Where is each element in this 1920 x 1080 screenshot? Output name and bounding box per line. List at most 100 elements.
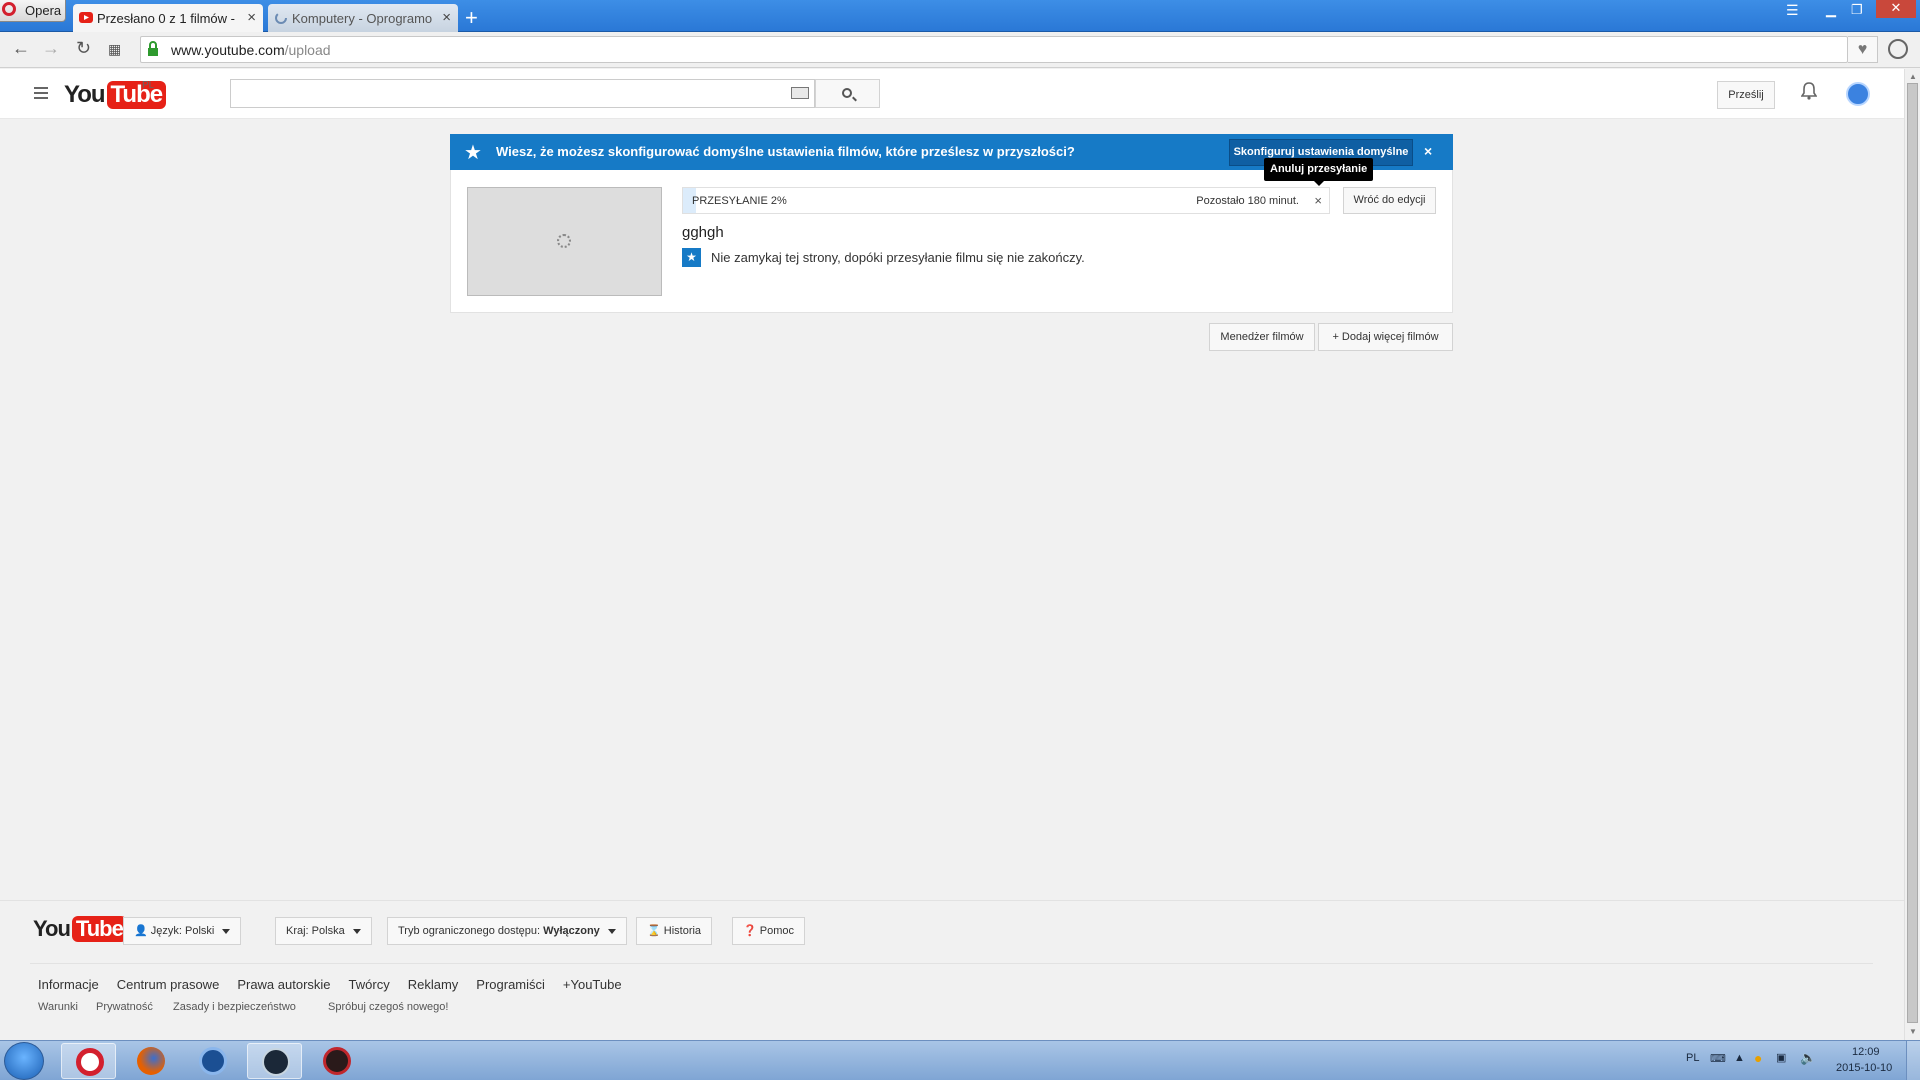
banner-close-icon[interactable]: × <box>1424 143 1432 159</box>
tab-title: Komputery - Oprogramowanie <box>292 11 432 26</box>
footer-link[interactable]: +YouTube <box>563 977 622 992</box>
footer-small-link[interactable]: Zasady i bezpieczeństwo <box>173 1001 296 1013</box>
url-text: www.youtube.com/upload <box>171 42 331 58</box>
youtube-favicon-icon <box>79 12 93 23</box>
time-remaining: Pozostało 180 minut. <box>1196 195 1299 207</box>
new-tab-button[interactable]: + <box>465 5 478 31</box>
opera-menu-button[interactable]: Opera <box>0 0 66 22</box>
tab-close-icon[interactable]: × <box>442 9 451 26</box>
opera-icon <box>76 1048 104 1076</box>
upload-progress-bar: PRZESYŁANIE 2% Pozostało 180 minut. × <box>682 187 1330 214</box>
tab-komputery[interactable]: Komputery - Oprogramowanie × <box>268 4 458 32</box>
address-field[interactable]: www.youtube.com/upload <box>140 36 1848 63</box>
footer-divider <box>30 963 1873 964</box>
account-icon[interactable] <box>1888 39 1908 59</box>
show-hidden-icons-icon[interactable]: ▲ <box>1734 1052 1745 1064</box>
scrollbar-thumb[interactable] <box>1907 83 1918 1023</box>
youtube-header: You Tube PL Prześlij <box>0 69 1904 119</box>
tab-close-icon[interactable]: × <box>247 9 256 26</box>
taskbar-firefox[interactable] <box>123 1043 178 1079</box>
video-title: gghgh <box>682 224 724 241</box>
footer-small-link[interactable]: Spróbuj czegoś nowego! <box>328 1001 448 1013</box>
firefox-icon <box>137 1047 165 1075</box>
tray-app-icon[interactable]: ● <box>1754 1050 1762 1066</box>
opera-logo-icon <box>2 2 16 16</box>
scroll-up-icon[interactable]: ▲ <box>1909 72 1917 81</box>
country-dropdown[interactable]: Kraj: Polska <box>275 917 372 945</box>
back-icon[interactable]: ← <box>12 38 30 59</box>
video-manager-button[interactable]: Menedżer filmów <box>1209 323 1315 351</box>
clock-time[interactable]: 12:09 <box>1852 1046 1880 1058</box>
close-window-icon[interactable]: ✕ <box>1876 0 1916 18</box>
speed-dial-icon[interactable]: ▦ <box>108 41 121 58</box>
keyboard-icon[interactable] <box>791 87 809 99</box>
avatar[interactable] <box>1846 82 1870 106</box>
cancel-upload-tooltip: Anuluj przesyłanie <box>1264 158 1374 186</box>
country-code: PL <box>142 80 155 91</box>
ccleaner-icon <box>199 1047 227 1075</box>
loading-spinner-icon <box>557 234 571 248</box>
star-icon: ★ <box>464 142 482 164</box>
forward-icon[interactable]: → <box>42 38 60 59</box>
footer-link[interactable]: Reklamy <box>408 977 459 992</box>
search-icon <box>842 88 852 98</box>
chevron-down-icon <box>222 928 231 934</box>
scroll-down-icon[interactable]: ▼ <box>1909 1027 1917 1036</box>
restore-icon[interactable]: ❐ <box>1851 2 1863 18</box>
language-icon: 👤 <box>134 925 151 937</box>
footer-link[interactable]: Informacje <box>38 977 99 992</box>
search-button[interactable] <box>815 79 880 108</box>
loading-spinner-icon <box>275 12 287 24</box>
language-dropdown[interactable]: 👤 Język: Polski <box>123 917 242 945</box>
keyboard-tray-icon[interactable]: ⌨ <box>1710 1052 1726 1065</box>
footer-link[interactable]: Programiści <box>476 977 545 992</box>
network-icon[interactable]: ▣ <box>1776 1051 1786 1064</box>
video-thumbnail-placeholder <box>467 187 662 296</box>
footer-links: Informacje Centrum prasowe Prawa autorsk… <box>38 977 622 992</box>
volume-icon[interactable]: 🔈 <box>1800 1050 1816 1066</box>
taskbar-steam[interactable] <box>247 1043 302 1079</box>
footer-link[interactable]: Prawa autorskie <box>237 977 330 992</box>
footer-small-link[interactable]: Warunki <box>38 1001 78 1013</box>
hourglass-icon: ⌛ <box>647 925 664 937</box>
star-icon: ★ <box>682 248 701 267</box>
notification-bell-icon[interactable] <box>1801 82 1817 100</box>
tab-youtube-upload[interactable]: Przesłano 0 z 1 filmów - YouTube × <box>73 4 263 32</box>
language-indicator[interactable]: PL <box>1686 1052 1699 1064</box>
add-more-videos-button[interactable]: + Dodaj więcej filmów <box>1318 323 1453 351</box>
windows-taskbar: PL ⌨ ▲ ● ▣ 🔈 12:09 2015-10-10 <box>0 1040 1920 1080</box>
opera-menu-label: Opera <box>25 3 62 18</box>
taskbar-app[interactable] <box>309 1043 364 1079</box>
history-button[interactable]: ⌛ Historia <box>636 917 713 945</box>
show-desktop-button[interactable] <box>1906 1041 1920 1080</box>
search-input[interactable] <box>230 79 815 108</box>
page-scrollbar[interactable]: ▲ ▼ <box>1904 69 1920 1040</box>
upload-button[interactable]: Prześlij <box>1717 81 1775 109</box>
help-icon: ❓ <box>743 925 760 937</box>
lock-icon <box>148 41 158 56</box>
guide-menu-icon[interactable] <box>34 87 48 99</box>
browser-tab-strip: Opera Przesłano 0 z 1 filmów - YouTube ×… <box>0 0 1920 32</box>
taskbar-opera[interactable] <box>61 1043 116 1079</box>
banner-message: Wiesz, że możesz skonfigurować domyślne … <box>496 144 1075 159</box>
tab-title: Przesłano 0 z 1 filmów - YouTube <box>97 11 237 26</box>
bookmark-heart-icon[interactable]: ♥ <box>1848 36 1878 63</box>
footer-link[interactable]: Twórcy <box>349 977 390 992</box>
clock-date[interactable]: 2015-10-10 <box>1836 1062 1892 1074</box>
chevron-down-icon <box>352 928 361 934</box>
reload-icon[interactable]: ↻ <box>76 38 91 59</box>
taskbar-ccleaner[interactable] <box>185 1043 240 1079</box>
cancel-upload-icon[interactable]: × <box>1314 193 1322 208</box>
start-button[interactable] <box>4 1042 44 1080</box>
upload-card: PRZESYŁANIE 2% Pozostało 180 minut. × Wr… <box>450 170 1453 313</box>
footer-link[interactable]: Centrum prasowe <box>117 977 220 992</box>
address-toolbar: ← → ↻ ▦ www.youtube.com/upload ♥ <box>0 32 1920 68</box>
footer-youtube-logo[interactable]: You Tube <box>33 916 127 942</box>
restricted-mode-dropdown[interactable]: Tryb ograniczonego dostępu: Wyłączony <box>387 917 627 945</box>
upload-notice: Nie zamykaj tej strony, dopóki przesyłan… <box>711 250 1085 265</box>
tab-menu-icon[interactable]: ☰ <box>1786 2 1799 19</box>
help-button[interactable]: ❓ Pomoc <box>732 917 806 945</box>
back-to-edit-button[interactable]: Wróć do edycji <box>1343 187 1436 214</box>
footer-small-link[interactable]: Prywatność <box>96 1001 153 1013</box>
minimize-icon[interactable]: ▁ <box>1826 2 1836 18</box>
